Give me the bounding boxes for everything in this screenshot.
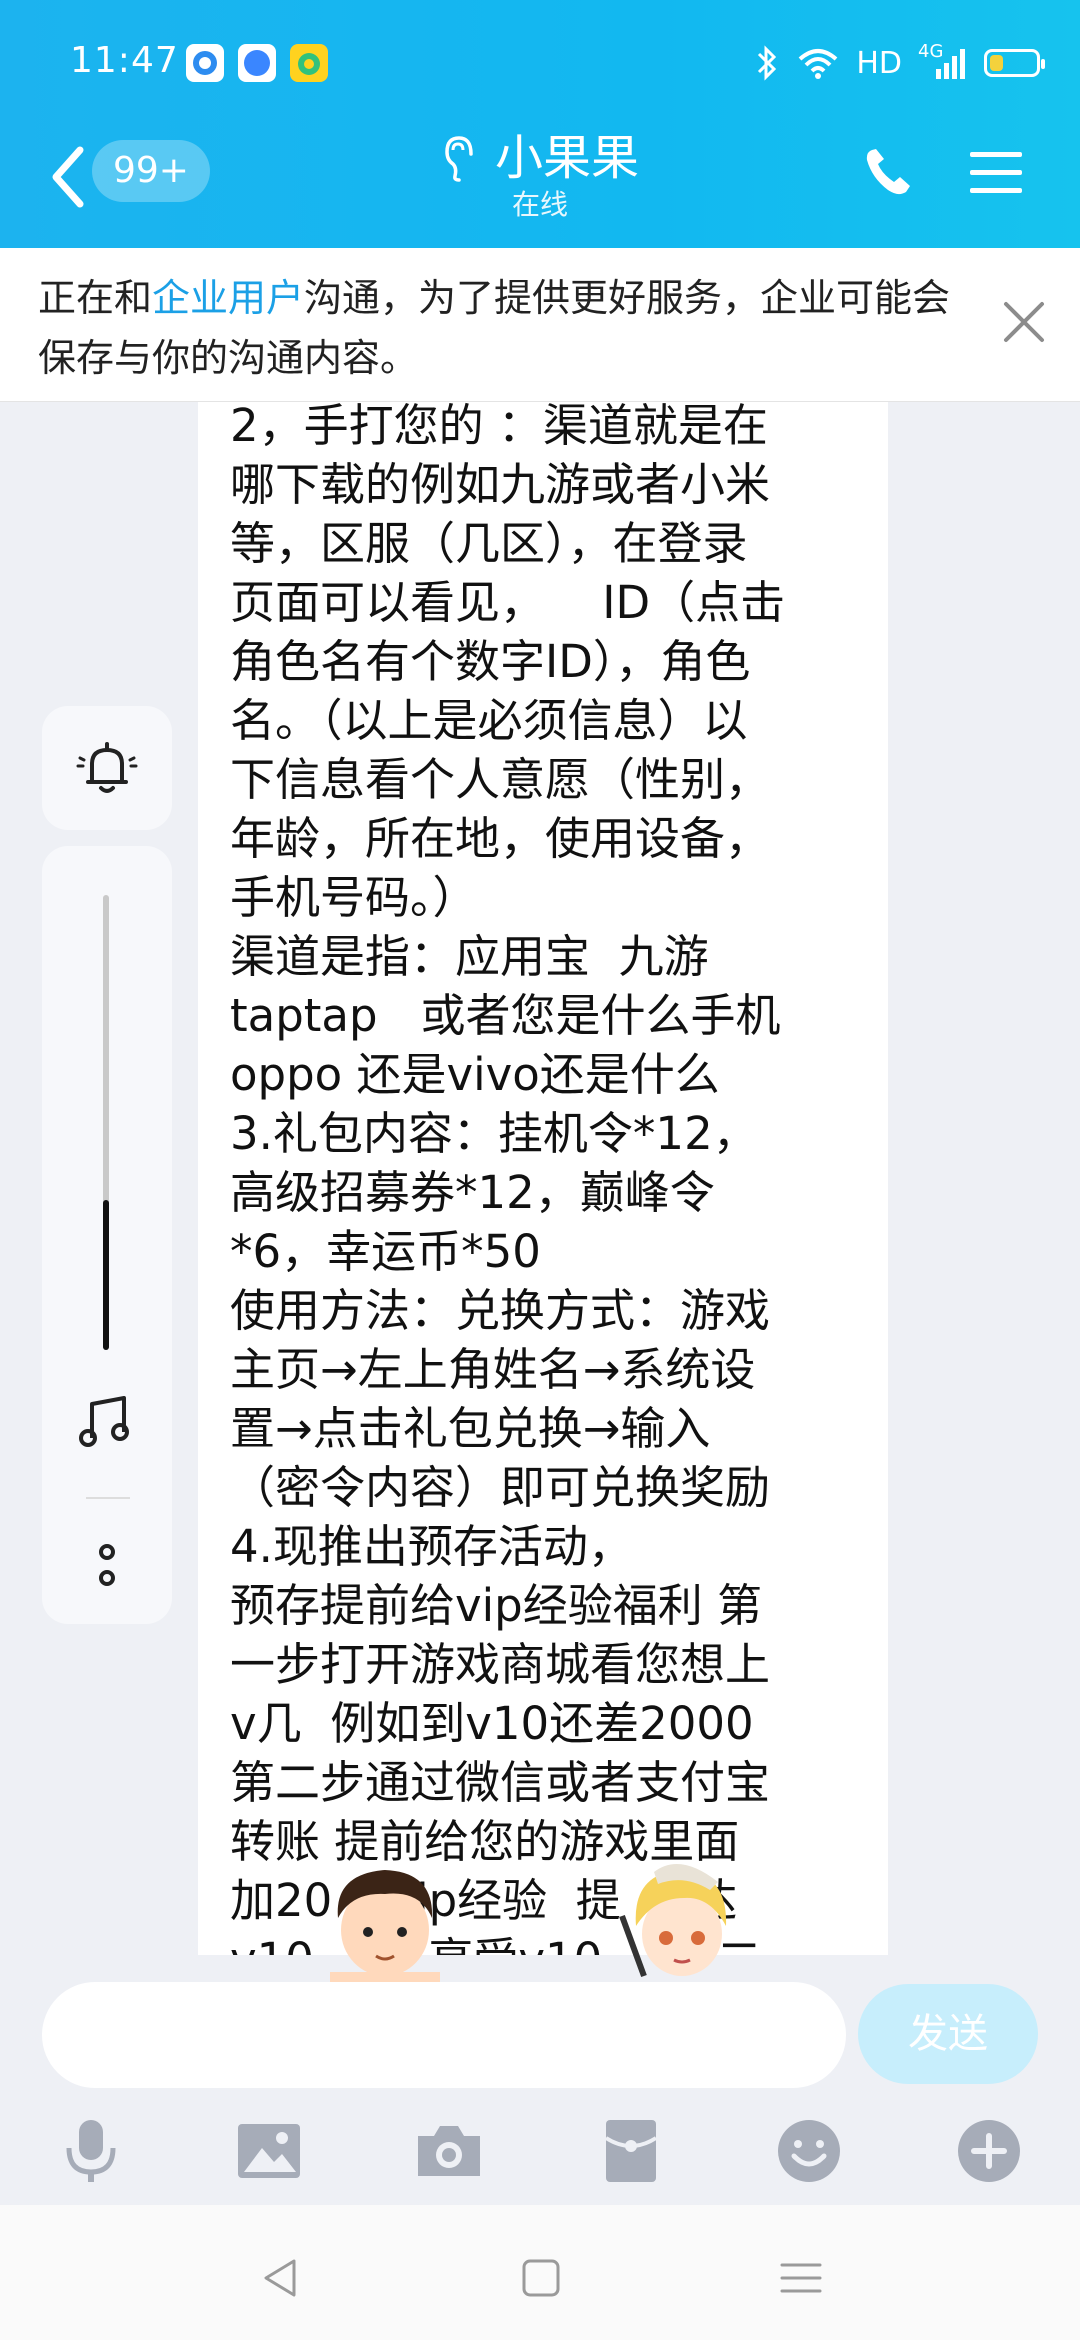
menu-icon[interactable]: [970, 148, 1022, 196]
volume-slider[interactable]: [103, 895, 109, 1350]
back-arrow-icon[interactable]: [44, 142, 94, 212]
close-icon[interactable]: [1000, 298, 1048, 346]
unread-badge[interactable]: 99+: [92, 140, 210, 202]
system-nav-bar: [0, 2205, 1080, 2340]
avatar-blonde-cartoon: [619, 1864, 727, 1978]
more-dots-icon[interactable]: [92, 1540, 122, 1596]
chat-toolbar: [0, 2100, 1080, 2210]
compass-app-icon: [238, 44, 276, 82]
chat-header: 99+ 小果果 在线: [0, 120, 1080, 248]
nav-back-icon[interactable]: [256, 2253, 306, 2303]
side-divider: [86, 1497, 130, 1499]
chat-title: 小果果: [441, 128, 639, 188]
hd-label: HD: [856, 45, 902, 81]
message-input[interactable]: [42, 1982, 846, 2088]
signal-icon: 4G: [918, 41, 968, 81]
music-app-icon: [290, 44, 328, 82]
status-time: 11:47: [70, 40, 179, 81]
image-icon[interactable]: [234, 2116, 304, 2186]
camera-icon[interactable]: [414, 2116, 484, 2186]
status-bar: 11:47 HD 4G: [0, 30, 1080, 100]
online-status: 在线: [511, 188, 568, 221]
red-packet-icon[interactable]: [596, 2116, 666, 2186]
avatar-male-cartoon: [330, 1870, 440, 1990]
nav-recents-icon[interactable]: [776, 2253, 826, 2303]
chat-name: 小果果: [494, 130, 639, 186]
ear-icon: [445, 136, 473, 182]
notice-banner: 正在和企业用户沟通，为了提供更好服务，企业可能会保存与你的沟通内容。: [0, 248, 1080, 402]
message-text: 2，手打您的 ：渠道就是在 哪下载的例如九游或者小米 等，区服（几区），在登录 …: [230, 399, 786, 1955]
phone-icon[interactable]: [860, 144, 916, 200]
bell-icon: [76, 742, 138, 793]
volume-slider-fill: [103, 1199, 109, 1350]
emoji-icon[interactable]: [774, 2116, 844, 2186]
status-right: HD 4G: [754, 38, 1045, 88]
enterprise-user-link[interactable]: 企业用户: [152, 276, 304, 320]
message-bubble[interactable]: 2，手打您的 ：渠道就是在 哪下载的例如九游或者小米 等，区服（几区），在登录 …: [198, 250, 888, 1955]
wifi-icon: [799, 49, 838, 79]
microphone-icon[interactable]: [56, 2116, 126, 2186]
bluetooth-icon: [758, 45, 777, 81]
notice-text-before: 正在和: [38, 276, 153, 320]
browser-app-icon: [186, 44, 224, 82]
nav-home-icon[interactable]: [516, 2253, 566, 2303]
notice-text: 正在和企业用户沟通，为了提供更好服务，企业可能会保存与你的沟通内容。: [38, 268, 978, 388]
chat-title-block[interactable]: 小果果 在线: [340, 128, 740, 222]
send-button[interactable]: 发送: [858, 1984, 1038, 2084]
music-note-icon[interactable]: [78, 1392, 134, 1452]
plus-icon[interactable]: [954, 2116, 1024, 2186]
battery-icon: [984, 49, 1045, 77]
bell-button[interactable]: [42, 706, 172, 830]
